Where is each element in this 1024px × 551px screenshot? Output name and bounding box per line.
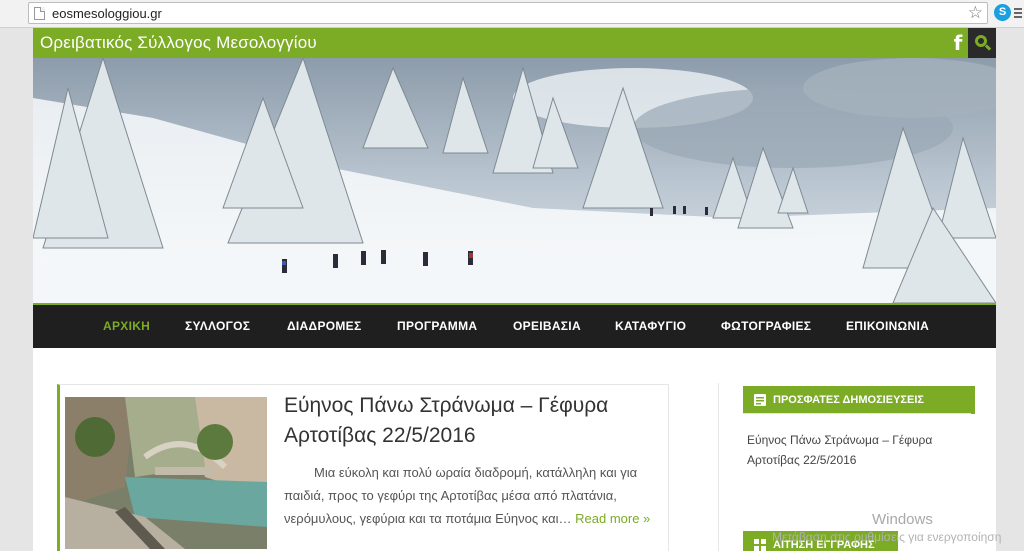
url-text: eosmesologgiou.gr xyxy=(52,6,162,21)
main-content: Εύηνος Πάνω Στράνωμα – Γέφυρα Αρτοτίβας … xyxy=(33,348,996,551)
windows-watermark: Windows xyxy=(872,511,933,528)
recent-posts-title-text: ΠΡΟΣΦΑΤΕΣ ΔΗΜΟΣΙΕΥΣΕΙΣ xyxy=(773,394,925,406)
nav-item-refuge[interactable]: ΚΑΤΑΦΥΓΙΟ xyxy=(615,305,686,348)
grid-icon xyxy=(754,539,766,551)
recent-post-link[interactable]: Εύηνος Πάνω Στράνωμα – Γέφυρα Αρτοτίβας … xyxy=(747,430,957,470)
nav-item-mountaineering[interactable]: ΟΡΕΙΒΑΣΙΑ xyxy=(513,305,581,348)
sidebar-divider xyxy=(718,383,719,551)
read-more-link[interactable]: Read more » xyxy=(575,511,650,526)
nav-item-contact[interactable]: ΕΠΙΚΟΙΝΩΝΙΑ xyxy=(846,305,929,348)
recent-posts-widget-title: ΠΡΟΣΦΑΤΕΣ ΔΗΜΟΣΙΕΥΣΕΙΣ xyxy=(743,386,975,414)
nav-item-association[interactable]: ΣΥΛΛΟΓΟΣ xyxy=(185,305,250,348)
post-excerpt: Μια εύκολη και πολύ ωραία διαδρομή, κατά… xyxy=(284,461,668,530)
site-header: Ορειβατικός Σύλλογος Μεσολογγίου f xyxy=(33,28,996,58)
windows-watermark-subtext: Μετάβαση στις ρυθμίσεις για ενεργοποίηση xyxy=(772,530,1002,544)
nav-item-routes[interactable]: ΔΙΑΔΡΟΜΕΣ xyxy=(287,305,362,348)
hero-image xyxy=(33,58,996,303)
document-icon xyxy=(754,394,766,406)
post-thumbnail[interactable] xyxy=(65,397,267,549)
nav-item-home[interactable]: ΑΡΧΙΚΗ xyxy=(103,305,150,348)
post-card: Εύηνος Πάνω Στράνωμα – Γέφυρα Αρτοτίβας … xyxy=(57,384,669,551)
site-title[interactable]: Ορειβατικός Σύλλογος Μεσολογγίου xyxy=(40,33,317,53)
site-container: Ορειβατικός Σύλλογος Μεσολογγίου f ΑΡΧΙΚ… xyxy=(33,28,996,551)
facebook-icon[interactable]: f xyxy=(948,28,968,58)
browser-toolbar: eosmesologgiou.gr ☆ S xyxy=(0,0,1024,28)
post-title[interactable]: Εύηνος Πάνω Στράνωμα – Γέφυρα Αρτοτίβας … xyxy=(284,391,664,451)
bookmark-star-icon[interactable]: ☆ xyxy=(968,3,983,23)
nav-item-photos[interactable]: ΦΩΤΟΓΡΑΦΙΕΣ xyxy=(721,305,811,348)
address-bar[interactable]: eosmesologgiou.gr ☆ xyxy=(28,2,988,24)
nav-item-program[interactable]: ΠΡΟΓΡΑΜΜΑ xyxy=(397,305,477,348)
search-button[interactable] xyxy=(968,28,996,58)
widget-underline xyxy=(743,413,971,414)
main-navigation: ΑΡΧΙΚΗ ΣΥΛΛΟΓΟΣ ΔΙΑΔΡΟΜΕΣ ΠΡΟΓΡΑΜΜΑ ΟΡΕΙ… xyxy=(33,305,996,348)
page-icon xyxy=(34,7,45,20)
skype-extension-icon[interactable]: S xyxy=(994,4,1011,21)
browser-menu-icon[interactable] xyxy=(1014,8,1022,20)
